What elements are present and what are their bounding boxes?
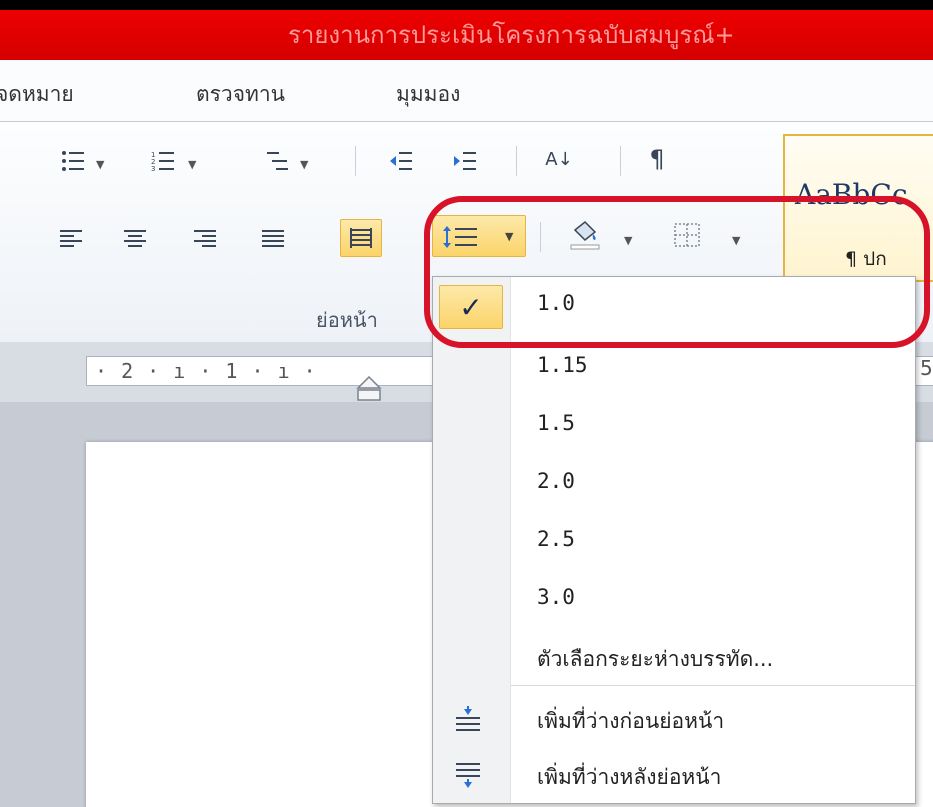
ribbon-separator (355, 146, 356, 176)
line-spacing-menu: ✓ 1.0 1.15 1.5 2.0 2.5 3.0 ตัวเลือกระยะห… (432, 276, 916, 804)
chevron-down-icon[interactable]: ▼ (188, 158, 196, 171)
line-spacing-option-3-0[interactable]: 3.0 (433, 571, 915, 629)
ribbon-separator (620, 146, 621, 176)
tab-mailings[interactable]: จดหมาย (0, 78, 74, 111)
tab-review[interactable]: ตรวจทาน (196, 78, 285, 111)
line-spacing-option-1-5[interactable]: 1.5 (433, 397, 915, 455)
add-space-before-item[interactable]: เพิ่มที่ว่างก่อนย่อหน้า (433, 691, 915, 749)
space-before-icon (456, 706, 480, 731)
chevron-down-icon[interactable]: ▼ (300, 158, 308, 171)
justify-icon[interactable] (262, 230, 284, 248)
line-spacing-options-item[interactable]: ตัวเลือกระยะห่างบรรทัด... (433, 629, 915, 687)
option-label: ตัวเลือกระยะห่างบรรทัด... (537, 647, 774, 671)
line-spacing-option-2-0[interactable]: 2.0 (433, 455, 915, 513)
align-center-icon[interactable] (124, 230, 146, 248)
sort-icon[interactable]: A↓ (542, 144, 576, 174)
align-left-icon[interactable] (60, 230, 82, 248)
distributed-align-icon (350, 228, 372, 248)
option-label: เพิ่มที่ว่างหลังย่อหน้า (537, 765, 722, 789)
distributed-align-button[interactable] (340, 219, 382, 257)
tab-view[interactable]: มุมมอง (396, 78, 460, 111)
increase-indent-icon[interactable] (448, 146, 482, 176)
chevron-down-icon[interactable]: ▼ (96, 158, 104, 171)
ribbon-separator (516, 146, 517, 176)
ruler-mark-5: 5 (920, 356, 933, 380)
bullets-icon[interactable] (56, 146, 90, 176)
red-highlight-annotation (424, 196, 930, 348)
svg-text:3: 3 (151, 165, 155, 172)
multilevel-list-icon[interactable] (260, 146, 294, 176)
ruler-marks: · 2 · ı · 1 · ı · (95, 359, 317, 383)
ribbon-tabs: จดหมาย ตรวจทาน มุมมอง (0, 60, 933, 122)
option-label: 3.0 (537, 585, 575, 609)
align-right-icon[interactable] (194, 230, 216, 248)
option-label: 2.0 (537, 469, 575, 493)
document-title: รายงานการประเมินโครงการฉบับสมบูรณ์+ (288, 21, 735, 49)
decrease-indent-icon[interactable] (384, 146, 418, 176)
numbering-icon[interactable]: 123 (146, 146, 180, 176)
option-label: 1.15 (537, 353, 588, 377)
option-label: เพิ่มที่ว่างก่อนย่อหน้า (537, 709, 725, 733)
paragraph-group-label: ย่อหน้า (316, 308, 378, 332)
menu-separator (511, 685, 915, 686)
line-spacing-option-2-5[interactable]: 2.5 (433, 513, 915, 571)
space-after-icon (456, 763, 480, 788)
show-formatting-icon[interactable]: ¶ (640, 144, 674, 174)
option-label: 2.5 (537, 527, 575, 551)
add-space-after-item[interactable]: เพิ่มที่ว่างหลังย่อหน้า (433, 747, 915, 805)
option-label: 1.5 (537, 411, 575, 435)
indent-marker-icon[interactable] (356, 376, 382, 402)
title-bar: รายงานการประเมินโครงการฉบับสมบูรณ์+ (0, 10, 933, 60)
